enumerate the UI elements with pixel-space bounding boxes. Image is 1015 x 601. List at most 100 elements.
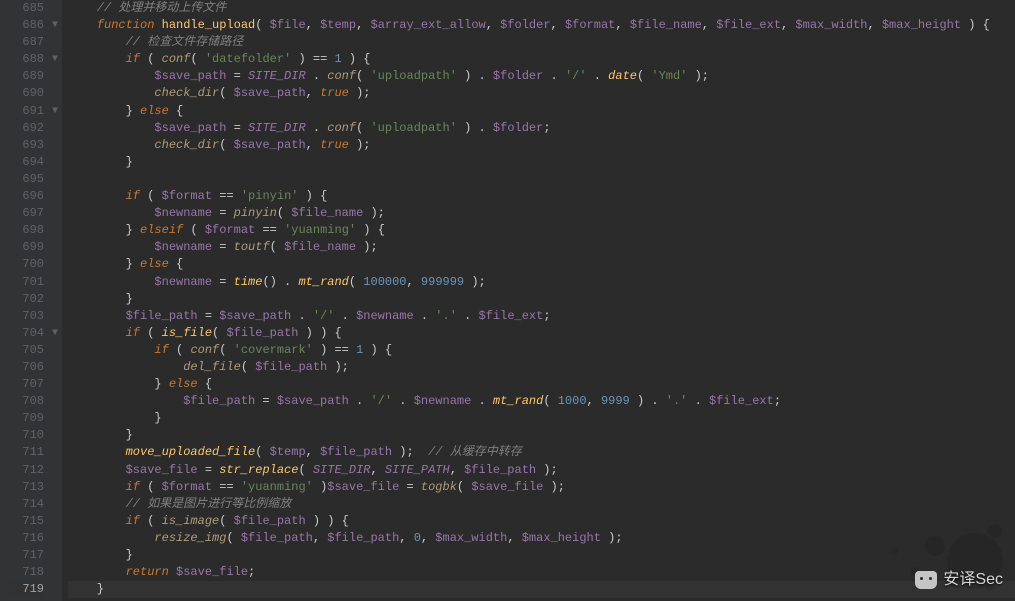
fold-column[interactable]: ▼ ▼ ▼ ▼ <box>48 0 62 601</box>
token-var: $newname <box>414 394 472 408</box>
token-num: 999999 <box>421 275 464 289</box>
token-p: . <box>457 309 479 323</box>
fold-marker <box>48 359 62 376</box>
code-line[interactable]: } <box>68 547 1015 564</box>
code-line[interactable]: $newname = pinyin( $file_name ); <box>68 205 1015 222</box>
code-line[interactable]: if ( conf( 'datefolder' ) == 1 ) { <box>68 51 1015 68</box>
token-var: $newname <box>154 240 212 254</box>
token-p: ) . <box>457 121 493 135</box>
token-call: conf <box>190 343 219 357</box>
code-line[interactable]: if ( $format == 'pinyin' ) { <box>68 188 1015 205</box>
token-p: = <box>226 121 248 135</box>
code-line[interactable]: $save_path = SITE_DIR . conf( 'uploadpat… <box>68 68 1015 85</box>
token-p: ( <box>147 52 161 66</box>
token-p: ) . <box>630 394 666 408</box>
token-p <box>68 52 126 66</box>
code-line[interactable]: // 处理并移动上传文件 <box>68 0 1015 17</box>
line-number: 714 <box>8 496 44 513</box>
token-var: $file_path <box>226 326 298 340</box>
token-var: $format <box>565 18 615 32</box>
code-line[interactable] <box>68 171 1015 188</box>
code-line[interactable]: $save_file = str_replace( SITE_DIR, SITE… <box>68 462 1015 479</box>
code-line[interactable]: } else { <box>68 256 1015 273</box>
code-line[interactable]: } elseif ( $format == 'yuanming' ) { <box>68 222 1015 239</box>
token-p: , <box>399 531 413 545</box>
token-num: 1 <box>334 52 341 66</box>
code-line[interactable]: $file_path = $save_path . '/' . $newname… <box>68 308 1015 325</box>
line-number: 710 <box>8 427 44 444</box>
token-kw: true <box>320 138 349 152</box>
token-var: $file_path <box>183 394 255 408</box>
token-p: ; <box>543 121 550 135</box>
code-line[interactable]: $newname = toutf( $file_name ); <box>68 239 1015 256</box>
token-p: ( <box>147 326 161 340</box>
fold-marker[interactable]: ▼ <box>48 17 62 34</box>
code-line[interactable]: if ( conf( 'covermark' ) == 1 ) { <box>68 342 1015 359</box>
code-line[interactable]: if ( $format == 'yuanming' )$save_file =… <box>68 479 1015 496</box>
token-p: ( <box>219 138 233 152</box>
code-line[interactable]: } else { <box>68 103 1015 120</box>
token-var: $file_path <box>255 360 327 374</box>
code-line[interactable]: if ( is_file( $file_path ) ) { <box>68 325 1015 342</box>
token-p: . <box>587 69 609 83</box>
code-line[interactable]: } <box>68 154 1015 171</box>
fold-marker <box>48 393 62 410</box>
fold-marker <box>48 479 62 496</box>
code-line[interactable]: } <box>68 581 1015 598</box>
code-line[interactable]: } <box>68 427 1015 444</box>
code-line[interactable]: // 检查文件存储路径 <box>68 34 1015 51</box>
fold-marker[interactable]: ▼ <box>48 51 62 68</box>
code-line[interactable]: check_dir( $save_path, true ); <box>68 85 1015 102</box>
token-comment: // 检查文件存储路径 <box>126 35 244 49</box>
token-p: . <box>291 309 313 323</box>
fold-marker <box>48 34 62 51</box>
code-line[interactable]: del_file( $file_path ); <box>68 359 1015 376</box>
fold-marker[interactable]: ▼ <box>48 325 62 342</box>
code-line[interactable]: function handle_upload( $file, $temp, $a… <box>68 17 1015 34</box>
token-p <box>68 309 126 323</box>
token-p: ( <box>190 52 204 66</box>
code-line[interactable]: } <box>68 410 1015 427</box>
fold-marker <box>48 154 62 171</box>
code-line[interactable]: if ( is_image( $file_path ) ) { <box>68 513 1015 530</box>
token-p: } <box>68 428 133 442</box>
token-p: . <box>392 394 414 408</box>
code-line[interactable]: check_dir( $save_path, true ); <box>68 137 1015 154</box>
token-call: del_file <box>183 360 241 374</box>
token-p <box>68 497 126 511</box>
token-p: , <box>421 531 435 545</box>
code-line[interactable]: move_uploaded_file( $temp, $file_path );… <box>68 444 1015 461</box>
line-number: 694 <box>8 154 44 171</box>
code-line[interactable]: $save_path = SITE_DIR . conf( 'uploadpat… <box>68 120 1015 137</box>
code-editor[interactable]: 6856866876886896906916926936946956966976… <box>0 0 1015 601</box>
token-p: , <box>867 18 881 32</box>
token-p: = <box>198 463 220 477</box>
token-p: ( <box>637 69 651 83</box>
token-var: $file <box>270 18 306 32</box>
code-line[interactable]: $newname = time() . mt_rand( 100000, 999… <box>68 274 1015 291</box>
code-line[interactable]: } <box>68 291 1015 308</box>
code-line[interactable]: } else { <box>68 376 1015 393</box>
token-p: ( <box>212 326 226 340</box>
fold-marker <box>48 120 62 137</box>
fold-marker <box>48 308 62 325</box>
line-number: 709 <box>8 410 44 427</box>
token-p: } <box>68 548 133 562</box>
token-p: , <box>507 531 521 545</box>
token-kw: else <box>169 377 205 391</box>
token-p: ( <box>190 223 204 237</box>
fold-marker <box>48 205 62 222</box>
code-line[interactable]: resize_img( $file_path, $file_path, 0, $… <box>68 530 1015 547</box>
token-num: 0 <box>414 531 421 545</box>
code-line[interactable]: $file_path = $save_path . '/' . $newname… <box>68 393 1015 410</box>
token-var: $file_name <box>630 18 702 32</box>
fold-marker[interactable]: ▼ <box>48 103 62 120</box>
token-p: ); <box>543 480 565 494</box>
line-number: 699 <box>8 239 44 256</box>
code-line[interactable]: // 如果是图片进行等比例缩放 <box>68 496 1015 513</box>
code-line[interactable]: return $save_file; <box>68 564 1015 581</box>
token-p: = <box>212 240 234 254</box>
token-var: $save_path <box>154 121 226 135</box>
code-area[interactable]: // 处理并移动上传文件 function handle_upload( $fi… <box>62 0 1015 601</box>
token-call: resize_img <box>154 531 226 545</box>
